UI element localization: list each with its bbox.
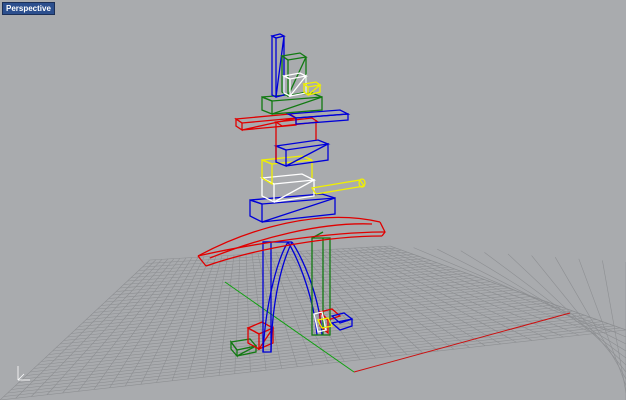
perspective-viewport[interactable]: Perspective <box>0 0 626 400</box>
scene-canvas[interactable] <box>0 0 626 400</box>
wireframe-model[interactable] <box>197 33 386 358</box>
blue-box-mid <box>273 139 331 167</box>
yellow-box-middle <box>261 155 313 186</box>
y-axis-line <box>224 281 355 373</box>
base-green-block <box>229 338 258 358</box>
yellow-tube <box>310 178 366 195</box>
red-beam-upper <box>234 113 298 132</box>
